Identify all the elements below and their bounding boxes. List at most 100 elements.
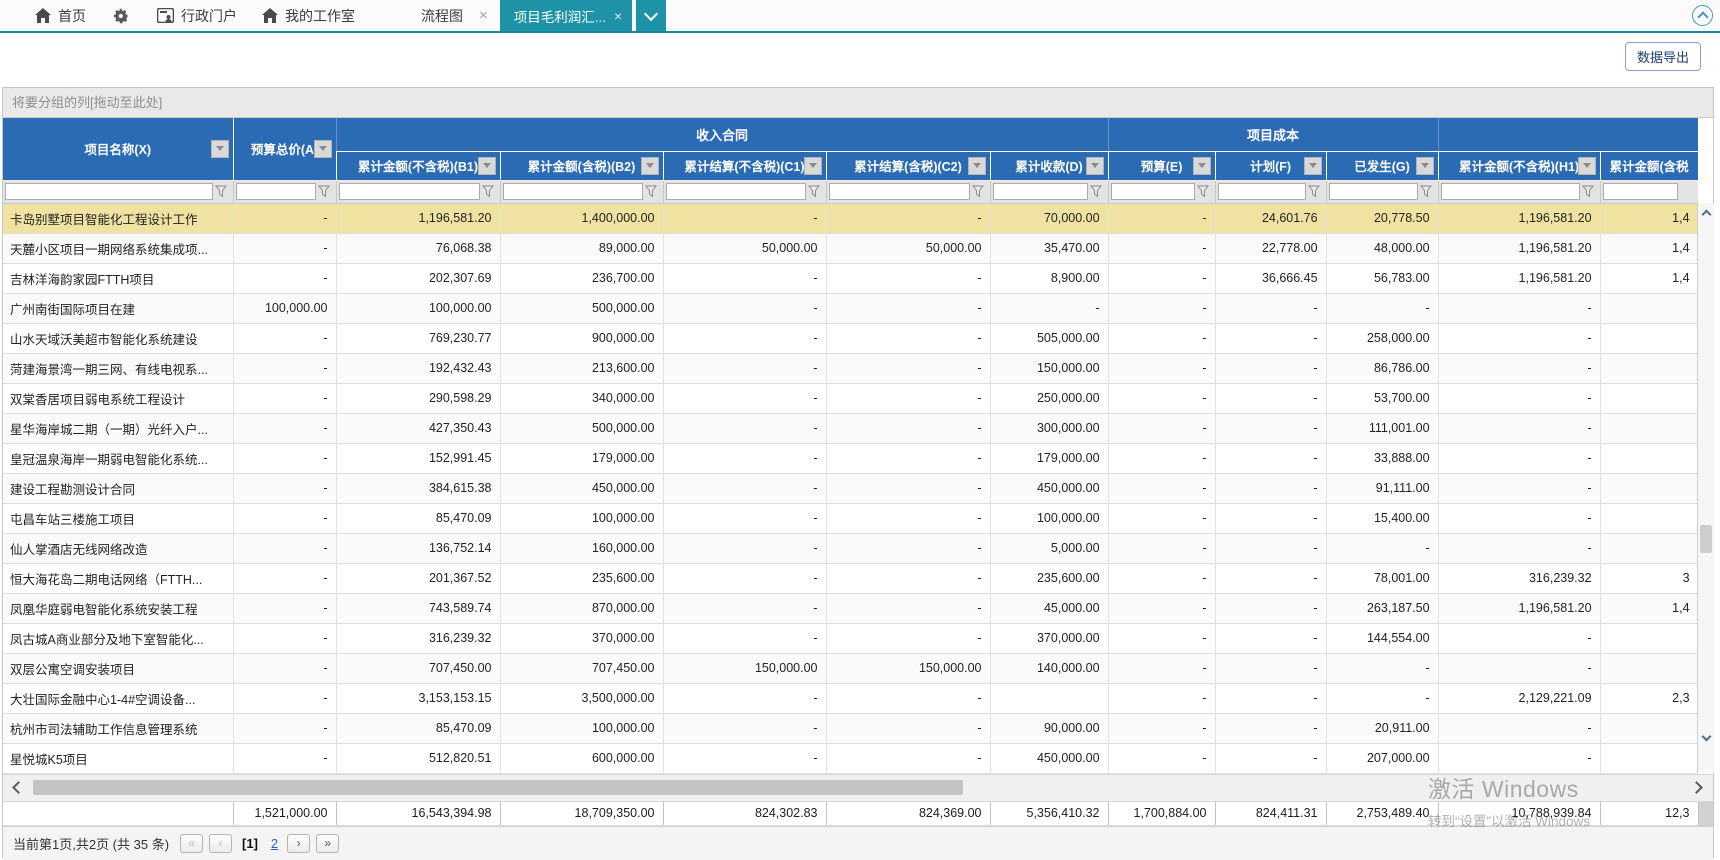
cell-b1[interactable]: 85,470.09: [336, 503, 500, 533]
cell-h1[interactable]: -: [1438, 413, 1600, 443]
column-menu-button[interactable]: [478, 157, 496, 175]
first-page-button[interactable]: «: [180, 834, 203, 853]
filter-input-x[interactable]: [5, 183, 213, 200]
tab-list-dropdown-button[interactable]: [636, 0, 666, 31]
table-row[interactable]: 凤凰华庭弱电智能化系统安装工程-743,589.74870,000.00--45…: [3, 593, 1698, 623]
table-row[interactable]: 皇冠温泉海岸一期弱电智能化系统...-152,991.45179,000.00-…: [3, 443, 1698, 473]
column-header-e[interactable]: 预算(E): [1108, 151, 1215, 180]
cell-c1[interactable]: -: [663, 383, 826, 413]
cell-f[interactable]: -: [1215, 473, 1326, 503]
horizontal-scrollbar[interactable]: [3, 774, 1713, 802]
cell-b2[interactable]: 500,000.00: [500, 293, 663, 323]
gear-icon[interactable]: [112, 7, 129, 24]
cell-c2[interactable]: -: [826, 713, 990, 743]
cell-e[interactable]: -: [1108, 593, 1215, 623]
home-icon[interactable]: [34, 7, 51, 24]
filter-input-h1[interactable]: [1441, 183, 1580, 200]
cell-a[interactable]: -: [233, 413, 336, 443]
cell-f[interactable]: -: [1215, 413, 1326, 443]
funnel-icon[interactable]: [1090, 185, 1102, 198]
cell-h2[interactable]: [1600, 533, 1698, 563]
column-menu-button[interactable]: [1416, 157, 1434, 175]
column-menu-button[interactable]: [1193, 157, 1211, 175]
cell-b1[interactable]: 1,196,581.20: [336, 203, 500, 233]
cell-g[interactable]: 33,888.00: [1326, 443, 1438, 473]
cell-g[interactable]: 258,000.00: [1326, 323, 1438, 353]
cell-d[interactable]: 450,000.00: [990, 473, 1108, 503]
cell-d[interactable]: 370,000.00: [990, 623, 1108, 653]
cell-a[interactable]: -: [233, 683, 336, 713]
cell-c1[interactable]: -: [663, 263, 826, 293]
column-menu-button[interactable]: [641, 157, 659, 175]
cell-b2[interactable]: 160,000.00: [500, 533, 663, 563]
cell-x[interactable]: 屯昌车站三楼施工项目: [3, 503, 233, 533]
cell-b1[interactable]: 427,350.43: [336, 413, 500, 443]
cell-x[interactable]: 吉林洋海韵家园FTTH项目: [3, 263, 233, 293]
close-icon[interactable]: ×: [479, 7, 488, 24]
cell-b1[interactable]: 152,991.45: [336, 443, 500, 473]
cell-f[interactable]: 36,666.45: [1215, 263, 1326, 293]
cell-h1[interactable]: -: [1438, 353, 1600, 383]
cell-e[interactable]: -: [1108, 653, 1215, 683]
table-row[interactable]: 卡岛别墅项目智能化工程设计工作-1,196,581.201,400,000.00…: [3, 203, 1698, 233]
cell-h1[interactable]: 2,129,221.09: [1438, 683, 1600, 713]
cell-h2[interactable]: 2,3: [1600, 683, 1698, 713]
cell-g[interactable]: 20,911.00: [1326, 713, 1438, 743]
cell-x[interactable]: 皇冠温泉海岸一期弱电智能化系统...: [3, 443, 233, 473]
cell-x[interactable]: 大壮国际金融中心1-4#空调设备...: [3, 683, 233, 713]
cell-g[interactable]: -: [1326, 683, 1438, 713]
column-menu-button[interactable]: [1304, 157, 1322, 175]
cell-e[interactable]: -: [1108, 503, 1215, 533]
cell-b2[interactable]: 100,000.00: [500, 713, 663, 743]
table-row[interactable]: 山水天域沃美超市智能化系统建设-769,230.77900,000.00--50…: [3, 323, 1698, 353]
cell-c2[interactable]: -: [826, 623, 990, 653]
cell-f[interactable]: -: [1215, 383, 1326, 413]
cell-x[interactable]: 星华海岸城二期（一期）光纤入户...: [3, 413, 233, 443]
funnel-icon[interactable]: [1582, 185, 1594, 198]
cell-x[interactable]: 卡岛别墅项目智能化工程设计工作: [3, 203, 233, 233]
cell-b1[interactable]: 316,239.32: [336, 623, 500, 653]
cell-x[interactable]: 恒大海花岛二期电话网络（FTTH...: [3, 563, 233, 593]
cell-x[interactable]: 杭州市司法辅助工作信息管理系统: [3, 713, 233, 743]
column-header-d[interactable]: 累计收款(D): [990, 151, 1108, 180]
cell-g[interactable]: -: [1326, 653, 1438, 683]
column-header-g[interactable]: 已发生(G): [1326, 151, 1438, 180]
column-header-x[interactable]: 项目名称(X): [3, 118, 233, 180]
cell-a[interactable]: -: [233, 473, 336, 503]
funnel-icon[interactable]: [645, 185, 657, 198]
cell-g[interactable]: 111,001.00: [1326, 413, 1438, 443]
cell-g[interactable]: 86,786.00: [1326, 353, 1438, 383]
cell-h1[interactable]: -: [1438, 473, 1600, 503]
cell-e[interactable]: -: [1108, 413, 1215, 443]
cell-d[interactable]: 100,000.00: [990, 503, 1108, 533]
cell-h2[interactable]: [1600, 413, 1698, 443]
cell-f[interactable]: -: [1215, 683, 1326, 713]
column-header-f[interactable]: 计划(F): [1215, 151, 1326, 180]
cell-g[interactable]: 78,001.00: [1326, 563, 1438, 593]
column-header-b2[interactable]: 累计金额(含税)(B2): [500, 151, 663, 180]
cell-g[interactable]: 20,778.50: [1326, 203, 1438, 233]
cell-d[interactable]: 5,000.00: [990, 533, 1108, 563]
cell-h2[interactable]: 1,4: [1600, 263, 1698, 293]
table-row[interactable]: 仙人掌酒店无线网络改造-136,752.14160,000.00--5,000.…: [3, 533, 1698, 563]
table-row[interactable]: 杭州市司法辅助工作信息管理系统-85,470.09100,000.00--90,…: [3, 713, 1698, 743]
cell-a[interactable]: -: [233, 593, 336, 623]
cell-a[interactable]: -: [233, 383, 336, 413]
cell-d[interactable]: 35,470.00: [990, 233, 1108, 263]
cell-c1[interactable]: -: [663, 323, 826, 353]
table-row[interactable]: 双棠香居项目弱电系统工程设计-290,598.29340,000.00--250…: [3, 383, 1698, 413]
cell-f[interactable]: -: [1215, 503, 1326, 533]
filter-input-f[interactable]: [1218, 183, 1306, 200]
cell-b2[interactable]: 89,000.00: [500, 233, 663, 263]
cell-a[interactable]: -: [233, 713, 336, 743]
cell-f[interactable]: 24,601.76: [1215, 203, 1326, 233]
cell-a[interactable]: -: [233, 353, 336, 383]
column-menu-button[interactable]: [804, 157, 822, 175]
cell-x[interactable]: 山水天域沃美超市智能化系统建设: [3, 323, 233, 353]
column-header-c1[interactable]: 累计结算(不含税)(C1): [663, 151, 826, 180]
cell-f[interactable]: -: [1215, 593, 1326, 623]
prev-page-button[interactable]: ‹: [209, 834, 232, 853]
vertical-scrollbar[interactable]: [1697, 203, 1714, 773]
nav-portal[interactable]: 行政门户: [181, 6, 237, 26]
cell-b2[interactable]: 1,400,000.00: [500, 203, 663, 233]
